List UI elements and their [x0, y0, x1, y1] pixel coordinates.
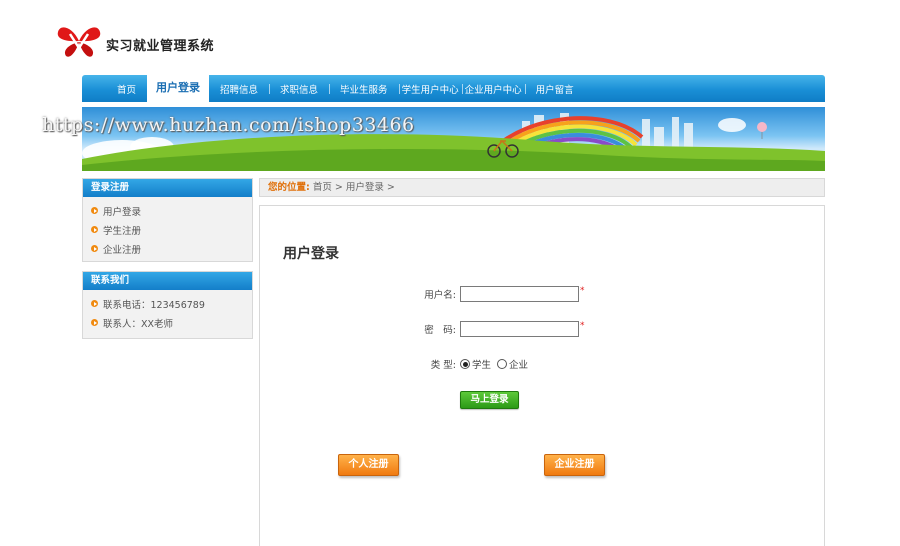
bullet-arrow-icon — [91, 245, 98, 252]
nav-item-messages[interactable]: 用户留言 — [524, 75, 585, 102]
nav-item-graduate-service[interactable]: 毕业生服务 — [329, 75, 399, 102]
company-radio-label[interactable]: 企业 — [509, 357, 528, 371]
contact-person: 联系人：XX老师 — [91, 313, 252, 332]
bullet-arrow-icon — [91, 226, 98, 233]
nav-item-login[interactable]: 用户登录 — [147, 71, 210, 102]
sidebar-item-login[interactable]: 用户登录 — [91, 201, 252, 220]
nav-item-home[interactable]: 首页 — [106, 75, 147, 102]
breadcrumb-label: 您的位置: — [268, 182, 310, 193]
sidebar-contact-title: 联系我们 — [83, 272, 252, 290]
contact-phone-text: 联系电话：123456789 — [103, 299, 205, 311]
bullet-arrow-icon — [91, 319, 98, 326]
type-label: 类 型: — [430, 360, 456, 371]
main-nav: 首页 用户登录 招聘信息 求职信息 毕业生服务 学生用户中心 企业用户中心 用户… — [82, 71, 825, 102]
student-register-button[interactable]: 个人注册 — [338, 454, 399, 476]
password-label: 密 码: — [424, 325, 456, 336]
sidebar-register-title: 登录注册 — [83, 179, 252, 197]
page-title: 用户登录 — [283, 246, 339, 262]
breadcrumb: 您的位置: 首页 > 用户登录 > — [259, 178, 825, 197]
nav-item-company-center[interactable]: 企业用户中心 — [461, 75, 525, 102]
type-row: 类 型: 学生 企业 — [410, 357, 534, 371]
sidebar-item-label: 用户登录 — [103, 206, 142, 218]
contact-phone: 联系电话：123456789 — [91, 294, 252, 313]
sidebar-item-label: 学生注册 — [103, 225, 142, 237]
login-panel: 用户登录 用户名: * 密 码: * 类 型: 学生 企业 马上登录 个人注册 … — [259, 205, 825, 546]
nav-item-jobs[interactable]: 招聘信息 — [209, 75, 269, 102]
nav-item-job-seeking[interactable]: 求职信息 — [269, 75, 329, 102]
contact-person-text: 联系人：XX老师 — [103, 318, 174, 330]
nav-item-student-center[interactable]: 学生用户中心 — [398, 75, 462, 102]
required-mark: * — [580, 286, 585, 296]
sidebar-register-panel: 登录注册 用户登录 学生注册 企业注册 — [82, 178, 253, 262]
sidebar-item-label: 企业注册 — [103, 244, 142, 256]
required-mark: * — [580, 321, 585, 331]
username-row: 用户名: * — [410, 286, 585, 302]
page: 实习就业管理系统 首页 用户登录 招聘信息 求职信息 毕业生服务 学生用户中心 … — [0, 0, 900, 546]
site-title: 实习就业管理系统 — [106, 39, 215, 54]
bullet-arrow-icon — [91, 207, 98, 214]
watermark-text: https://www.huzhan.com/ishop33466 — [42, 114, 415, 136]
student-radio-label[interactable]: 学生 — [472, 357, 491, 371]
sidebar-item-student-register[interactable]: 学生注册 — [91, 220, 252, 239]
password-row: 密 码: * — [410, 321, 585, 337]
breadcrumb-path[interactable]: 首页 > 用户登录 > — [313, 182, 395, 193]
password-input[interactable] — [460, 321, 579, 337]
company-register-button[interactable]: 企业注册 — [544, 454, 605, 476]
sidebar-item-company-register[interactable]: 企业注册 — [91, 239, 252, 258]
username-label: 用户名: — [424, 290, 456, 301]
login-submit-button[interactable]: 马上登录 — [460, 391, 519, 409]
student-radio[interactable] — [460, 359, 470, 369]
bullet-arrow-icon — [91, 300, 98, 307]
butterfly-logo-icon — [56, 24, 102, 58]
sidebar-contact-panel: 联系我们 联系电话：123456789 联系人：XX老师 — [82, 271, 253, 339]
company-radio[interactable] — [497, 359, 508, 369]
username-input[interactable] — [460, 286, 579, 302]
